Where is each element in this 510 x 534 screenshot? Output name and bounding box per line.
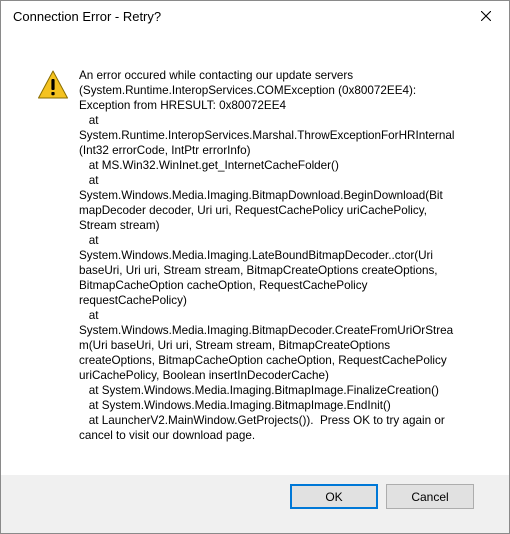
- close-button[interactable]: [463, 1, 509, 31]
- close-icon: [481, 11, 491, 21]
- message-line: System.Windows.Media.Imaging.LateBoundBi…: [79, 249, 434, 262]
- dialog-content: An error occured while contacting our up…: [1, 31, 509, 475]
- message-line: requestCachePolicy): [79, 294, 187, 307]
- message-line: at LauncherV2.MainWindow.GetProjects()).…: [79, 414, 445, 427]
- message-line: at System.Windows.Media.Imaging.BitmapIm…: [79, 384, 439, 397]
- dialog-window: Connection Error - Retry? An error occur…: [0, 0, 510, 534]
- message-line: Exception from HRESULT: 0x80072EE4: [79, 99, 287, 112]
- message-line: An error occured while contacting our up…: [79, 69, 354, 82]
- message-line: BitmapCacheOption cacheOption, RequestCa…: [79, 279, 368, 292]
- message-line: baseUri, Uri uri, Stream stream, BitmapC…: [79, 264, 438, 277]
- cancel-button[interactable]: Cancel: [386, 484, 474, 509]
- window-title: Connection Error - Retry?: [13, 9, 162, 24]
- message-line: at MS.Win32.WinInet.get_InternetCacheFol…: [79, 159, 339, 172]
- button-bar: OK Cancel: [1, 475, 509, 533]
- message-line: at: [79, 234, 99, 247]
- warning-icon: [38, 70, 68, 99]
- message-line: Stream stream): [79, 219, 160, 232]
- ok-button[interactable]: OK: [290, 484, 378, 509]
- message-line: at: [79, 309, 99, 322]
- error-message: An error occured while contacting our up…: [79, 68, 461, 443]
- message-line: at: [79, 114, 99, 127]
- message-line: at: [79, 174, 99, 187]
- message-line: (Int32 errorCode, IntPtr errorInfo): [79, 144, 251, 157]
- message-line: (System.Runtime.InteropServices.COMExcep…: [79, 84, 417, 97]
- message-line: System.Windows.Media.Imaging.BitmapDownl…: [79, 189, 443, 202]
- message-line: at System.Windows.Media.Imaging.BitmapIm…: [79, 399, 391, 412]
- message-line: createOptions, BitmapCacheOption cacheOp…: [79, 354, 447, 367]
- message-line: mapDecoder decoder, Uri uri, RequestCach…: [79, 204, 427, 217]
- message-line: cancel to visit our download page.: [79, 429, 256, 442]
- message-line: System.Windows.Media.Imaging.BitmapDecod…: [79, 324, 454, 337]
- message-line: m(Uri baseUri, Uri uri, Stream stream, B…: [79, 339, 391, 352]
- message-line: uriCachePolicy, Boolean insertInDecoderC…: [79, 369, 329, 382]
- title-bar[interactable]: Connection Error - Retry?: [1, 1, 509, 31]
- message-line: System.Runtime.InteropServices.Marshal.T…: [79, 129, 455, 142]
